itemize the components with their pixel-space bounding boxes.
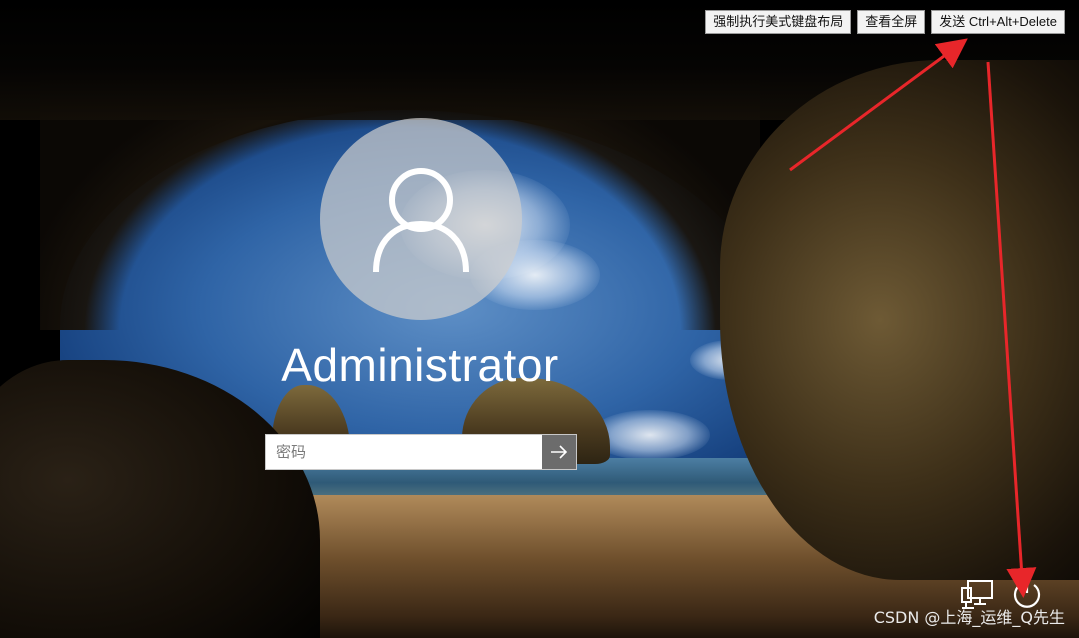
view-fullscreen-button[interactable]: 查看全屏	[857, 10, 926, 34]
send-ctrl-alt-delete-button[interactable]: 发送 Ctrl+Alt+Delete	[931, 10, 1065, 34]
user-avatar	[320, 118, 522, 320]
password-field-group	[265, 434, 577, 470]
submit-button[interactable]	[542, 435, 576, 469]
password-input[interactable]	[266, 435, 542, 469]
username-label: Administrator	[281, 339, 559, 391]
remote-desktop-lock-screen: 强制执行美式键盘布局 查看全屏 发送 Ctrl+Alt+Delete Admin…	[0, 0, 1079, 638]
background-cave-wall-right	[720, 60, 1079, 580]
csdn-watermark: CSDN @上海_运维_Q先生	[873, 608, 1065, 627]
user-avatar-icon	[373, 168, 469, 273]
arrow-right-icon	[551, 445, 568, 459]
remote-toolbar: 强制执行美式键盘布局 查看全屏 发送 Ctrl+Alt+Delete	[705, 10, 1065, 34]
force-us-keyboard-button[interactable]: 强制执行美式键盘布局	[705, 10, 852, 34]
